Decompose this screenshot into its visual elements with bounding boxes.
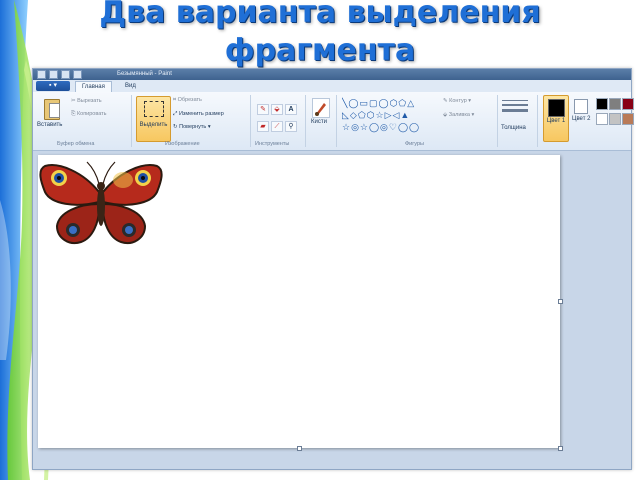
brush-icon[interactable] — [312, 98, 330, 118]
canvas-area — [33, 151, 631, 469]
drawing-canvas[interactable] — [38, 155, 563, 451]
cut-button[interactable]: ✂ Вырезать — [71, 98, 102, 104]
select-button[interactable]: Выделить — [136, 96, 171, 142]
fill-label: Заливка — [448, 112, 470, 118]
brushes-label[interactable]: Кисти — [311, 119, 327, 125]
resize-button[interactable]: ⤢ Изменить размер — [173, 111, 224, 118]
pencil-icon[interactable]: ✎ — [257, 104, 269, 115]
canvas-resize-handle[interactable] — [297, 446, 302, 451]
file-menu-button[interactable]: ▪ ▾ — [36, 81, 70, 91]
palette-swatch[interactable] — [596, 98, 608, 110]
color1-swatch — [548, 99, 565, 117]
rotate-label: Повернуть — [179, 124, 207, 130]
crop-label: Обрезать — [177, 97, 202, 103]
thickness-label[interactable]: Толщина — [501, 125, 526, 131]
color1-button[interactable]: Цвет 1 — [543, 95, 569, 142]
ribbon-tabs: ▪ ▾ Главная Вид — [33, 80, 631, 93]
slide-title: Два варианта выделения фрагмента — [0, 0, 640, 70]
copy-label: Копировать — [76, 111, 107, 117]
group-separator — [131, 95, 132, 147]
cut-label: Вырезать — [77, 98, 102, 104]
paint-window: Безымянный - Paint ▪ ▾ Главная Вид Встав… — [32, 68, 634, 470]
palette-swatch[interactable] — [596, 113, 608, 125]
canvas-resize-handle[interactable] — [558, 299, 563, 304]
group-label-tools: Инструменты — [255, 141, 290, 147]
window-title: Безымянный - Paint — [117, 71, 172, 77]
color-picker-icon[interactable]: ⟋ — [271, 121, 283, 132]
fill-icon[interactable]: ⬙ — [271, 104, 283, 115]
group-label-shapes: Фигуры — [405, 141, 424, 147]
palette-swatch[interactable] — [622, 113, 634, 125]
copy-button[interactable]: ⎘ Копировать — [71, 111, 107, 118]
palette-swatch[interactable] — [622, 98, 634, 110]
paste-button-label[interactable]: Вставить — [37, 122, 62, 128]
color2-label: Цвет 2 — [572, 116, 591, 122]
color1-label: Цвет 1 — [546, 118, 566, 124]
group-separator — [497, 95, 498, 147]
group-label-clipboard: Буфер обмена — [57, 141, 95, 147]
save-icon[interactable] — [49, 70, 58, 79]
group-separator — [537, 95, 538, 147]
selection-rectangle-icon — [144, 101, 164, 117]
group-label-image: Изображение — [165, 141, 200, 147]
butterfly-image[interactable] — [39, 158, 164, 253]
rotate-button[interactable]: ↻ Повернуть ▾ — [173, 124, 211, 130]
text-tool-icon[interactable]: A — [285, 104, 297, 115]
palette-swatch[interactable] — [609, 98, 621, 110]
ribbon: Вставить ✂ Вырезать ⎘ Копировать Буфер о… — [33, 92, 634, 151]
quick-access-toolbar — [37, 70, 82, 79]
slide-title-line2: фрагмента — [224, 33, 416, 68]
outline-label: Контур — [449, 98, 467, 104]
color-palette — [596, 98, 634, 125]
group-separator — [250, 95, 251, 147]
fill-button[interactable]: ⬙ Заливка ▾ — [443, 112, 474, 118]
resize-label: Изменить размер — [178, 111, 224, 117]
color2-swatch — [574, 99, 588, 114]
magnifier-icon[interactable]: ⚲ — [285, 121, 297, 132]
slide-title-line1: Два варианта выделения — [99, 0, 541, 30]
shapes-gallery[interactable]: ╲◯▭▢◯⬡⬠△ ◺◇⬠⬡☆▷◁▲ ☆◎☆◯◎♡◯◯ — [342, 97, 434, 135]
thickness-icon[interactable] — [502, 100, 528, 115]
eraser-icon[interactable]: ▰ — [257, 121, 269, 132]
redo-icon[interactable] — [73, 70, 82, 79]
outline-button[interactable]: ✎ Контур ▾ — [443, 98, 471, 104]
tab-view[interactable]: Вид — [119, 81, 142, 92]
undo-icon[interactable] — [61, 70, 70, 79]
canvas-resize-handle[interactable] — [558, 446, 563, 451]
palette-swatch[interactable] — [609, 113, 621, 125]
group-separator — [305, 95, 306, 147]
app-menu-icon[interactable] — [37, 70, 46, 79]
paste-icon[interactable] — [44, 99, 60, 120]
crop-button[interactable]: ⌗ Обрезать — [173, 97, 202, 104]
select-label: Выделить — [139, 122, 168, 128]
group-separator — [336, 95, 337, 147]
title-bar: Безымянный - Paint — [33, 69, 631, 80]
